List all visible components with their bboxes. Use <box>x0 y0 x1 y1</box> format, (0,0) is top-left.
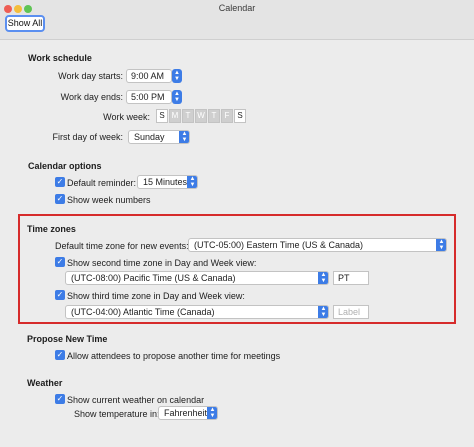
work-week-day-toggles: S M T W T F S <box>156 109 247 123</box>
day-toggle-tuesday[interactable]: T <box>182 109 194 123</box>
time-zones-heading: Time zones <box>27 224 76 234</box>
show-temperature-label: Show temperature in: <box>74 409 160 419</box>
second-time-zone-label: Show second time zone in Day and Week vi… <box>67 258 257 268</box>
third-time-zone-label-field[interactable]: Label <box>333 305 369 319</box>
second-time-zone-value: (UTC-08:00) Pacific Time (US & Canada) <box>71 273 236 283</box>
work-week-label: Work week: <box>103 112 150 122</box>
temperature-unit-value: Fahrenheit <box>164 408 208 418</box>
default-reminder-value: 15 Minutes <box>143 177 188 187</box>
third-time-zone-label: Show third time zone in Day and Week vie… <box>67 291 245 301</box>
show-all-button[interactable]: Show All <box>5 15 45 32</box>
work-schedule-heading: Work schedule <box>28 53 92 63</box>
default-reminder-popup[interactable]: 15 Minutes ▲ ▼ <box>137 175 198 189</box>
show-weather-checkbox[interactable]: ✓ <box>55 394 65 404</box>
window-title: Calendar <box>218 3 256 13</box>
chevron-updown-icon: ▲ ▼ <box>318 306 328 318</box>
chevron-updown-icon: ▲ ▼ <box>187 176 197 188</box>
chevron-updown-icon: ▲ ▼ <box>207 407 217 419</box>
second-time-zone-checkbox[interactable]: ✓ <box>55 257 65 267</box>
first-day-of-week-value: Sunday <box>134 132 165 142</box>
default-reminder-label: Default reminder: <box>67 178 137 188</box>
third-time-zone-popup[interactable]: (UTC-04:00) Atlantic Time (Canada) ▲ ▼ <box>65 305 329 319</box>
weather-heading: Weather <box>27 378 63 388</box>
temperature-unit-popup[interactable]: Fahrenheit ▲ ▼ <box>158 406 218 420</box>
chevron-updown-icon: ▲ ▼ <box>436 239 446 251</box>
work-day-ends-stepper[interactable]: ▲ ▼ <box>172 90 182 104</box>
work-day-ends-label: Work day ends: <box>60 92 123 102</box>
default-time-zone-popup[interactable]: (UTC-05:00) Eastern Time (US & Canada) ▲… <box>188 238 447 252</box>
day-toggle-thursday[interactable]: T <box>208 109 220 123</box>
first-day-of-week-popup[interactable]: Sunday ▲ ▼ <box>128 130 190 144</box>
day-toggle-wednesday[interactable]: W <box>195 109 207 123</box>
day-toggle-saturday[interactable]: S <box>234 109 246 123</box>
show-weather-label: Show current weather on calendar <box>67 395 205 405</box>
work-day-starts-stepper[interactable]: ▲ ▼ <box>172 69 182 83</box>
allow-propose-time-checkbox[interactable]: ✓ <box>55 350 65 360</box>
propose-new-time-heading: Propose New Time <box>27 334 108 344</box>
second-time-zone-label-field[interactable]: PT <box>333 271 369 285</box>
work-day-starts-label: Work day starts: <box>58 71 123 81</box>
work-day-starts-field[interactable]: 9:00 AM <box>126 69 172 83</box>
chevron-updown-icon: ▲ ▼ <box>318 272 328 284</box>
show-week-numbers-label: Show week numbers <box>67 195 151 205</box>
show-week-numbers-checkbox[interactable]: ✓ <box>55 194 65 204</box>
default-time-zone-label: Default time zone for new events: <box>55 241 189 251</box>
first-day-of-week-label: First day of week: <box>52 132 123 142</box>
second-time-zone-popup[interactable]: (UTC-08:00) Pacific Time (US & Canada) ▲… <box>65 271 329 285</box>
work-day-ends-field[interactable]: 5:00 PM <box>126 90 172 104</box>
day-toggle-sunday[interactable]: S <box>156 109 168 123</box>
allow-propose-time-label: Allow attendees to propose another time … <box>67 351 281 361</box>
chevron-updown-icon: ▲ ▼ <box>179 131 189 143</box>
day-toggle-friday[interactable]: F <box>221 109 233 123</box>
day-toggle-monday[interactable]: M <box>169 109 181 123</box>
third-time-zone-value: (UTC-04:00) Atlantic Time (Canada) <box>71 307 215 317</box>
title-bar: Calendar Show All <box>0 0 474 40</box>
default-time-zone-value: (UTC-05:00) Eastern Time (US & Canada) <box>194 240 364 250</box>
default-reminder-checkbox[interactable]: ✓ <box>55 177 65 187</box>
calendar-options-heading: Calendar options <box>28 161 102 171</box>
third-time-zone-checkbox[interactable]: ✓ <box>55 290 65 300</box>
